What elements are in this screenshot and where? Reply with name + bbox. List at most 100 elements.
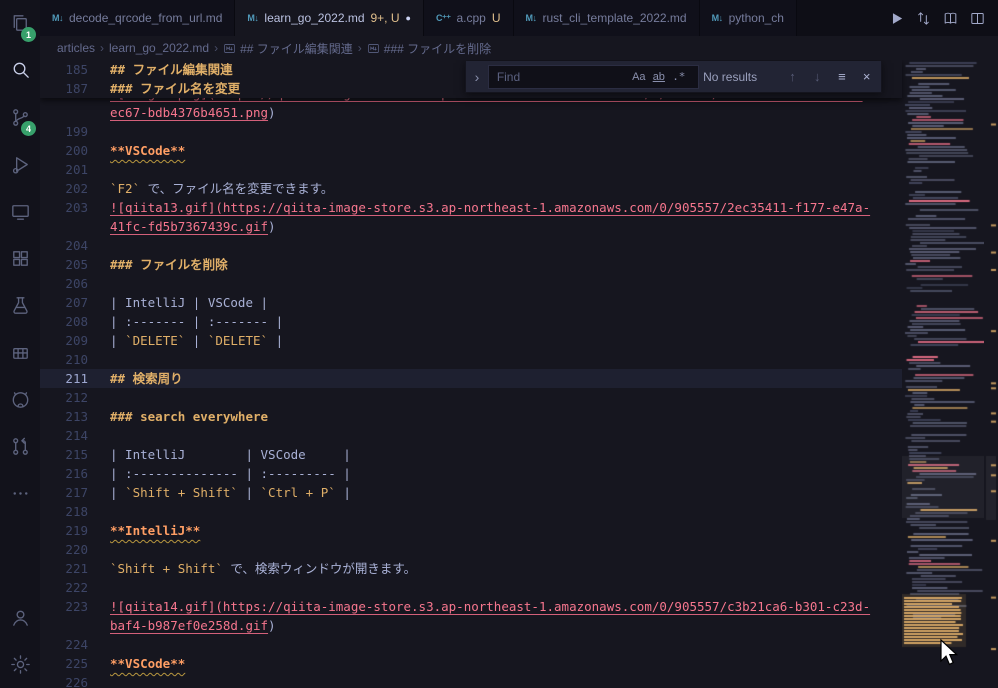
line-content: | IntelliJ | VSCode | [110,295,269,310]
split-editor-button[interactable] [965,6,990,31]
activity-bar-item-github[interactable] [0,376,40,423]
activity-bar-item-explorer[interactable]: 1 [0,0,40,47]
line-content: ![qiita14.gif](https://qiita-image-store… [110,599,871,614]
code-line[interactable]: 208 | :------- | :------- | [40,312,902,331]
line-number: 201 [65,162,88,177]
code-line[interactable]: 225 **VSCode** [40,654,902,673]
code-line[interactable]: 224 [40,635,902,654]
activity-bar: 14 [0,0,40,688]
match-case-button[interactable]: Aa [629,67,649,87]
code-line[interactable]: 200 **VSCode** [40,141,902,160]
code-line[interactable]: 204 [40,236,902,255]
editor[interactable]: ![image9.png](https://qiita-image-store.… [40,60,998,688]
code-line[interactable]: 203 ![qiita13.gif](https://qiita-image-st… [40,198,902,217]
activity-bar-item-more-actions[interactable] [0,470,40,517]
code-line[interactable]: baf4-b987ef0e258d.gif) [40,616,902,635]
code-line[interactable]: 214 [40,426,902,445]
editor-actions [876,0,998,36]
regex-button[interactable]: .* [669,67,689,87]
activity-bar-item-settings[interactable] [0,641,40,688]
code-area: ![image9.png](https://qiita-image-store.… [40,60,902,688]
compare-changes-button[interactable] [911,6,936,31]
line-content: | IntelliJ | VSCode | [110,447,351,462]
next-match-button[interactable]: ↓ [807,66,828,87]
activity-bar-item-remote-explorer[interactable] [0,188,40,235]
line-content: ## ファイル編集関連 [110,62,233,77]
close-find-button[interactable]: × [856,66,877,87]
line-number: 223 [65,599,88,614]
find-in-selection-button[interactable]: ≡ [832,66,853,87]
breadcrumb-item[interactable]: learn_go_2022.md [109,41,209,55]
line-number: 224 [65,637,88,652]
code-line[interactable]: 199 [40,122,902,141]
code-line[interactable]: 205 ### ファイルを削除 [40,255,902,274]
code-line[interactable]: 222 [40,578,902,597]
source-control-badge: 4 [21,121,36,136]
line-content: ### ファイル名を変更 [110,81,241,96]
code-line[interactable]: 219 **IntelliJ** [40,521,902,540]
breadcrumb-label: ## ファイル編集関連 [240,41,353,56]
tab-bar: M↓ decode_qrcode_from_url.md M↓ learn_go_20… [40,0,998,36]
editor-tab[interactable]: M↓ learn_go_2022.md 9+, U ● [235,0,424,36]
breadcrumb-label: ### ファイルを削除 [383,41,492,56]
line-number: 209 [65,333,88,348]
markdown-file-icon: M↓ [711,13,724,23]
editor-tab[interactable]: C⁺⁺ a.cpp U [423,0,514,36]
code-line[interactable]: 41fc-fd5b7367439c.gif) [40,217,902,236]
find-input[interactable] [494,68,629,85]
line-content: **IntelliJ** [110,523,201,538]
code-line[interactable]: 215 | IntelliJ | VSCode | [40,445,902,464]
minimap[interactable] [902,60,984,688]
code-line[interactable]: 212 [40,388,902,407]
code-line[interactable]: 201 [40,160,902,179]
line-number: 216 [65,466,88,481]
code-line[interactable]: 207 | IntelliJ | VSCode | [40,293,902,312]
activity-bar-item-extensions[interactable] [0,235,40,282]
heading-symbol-icon [368,43,379,53]
activity-bar-item-pull-requests[interactable] [0,423,40,470]
code-line[interactable]: 202 `F2` で、ファイル名を変更できます。 [40,179,902,198]
code-line[interactable]: 223 ![qiita14.gif](https://qiita-image-st… [40,597,902,616]
code-line[interactable]: 220 [40,540,902,559]
line-number: 215 [65,447,88,462]
code-line[interactable]: ec67-bdb4376b4651.png) [40,103,902,122]
code-line[interactable]: 206 [40,274,902,293]
whole-word-button[interactable]: ab [649,67,669,87]
activity-bar-item-testing[interactable] [0,282,40,329]
scrollbar[interactable] [984,60,998,688]
tab-label: learn_go_2022.md [264,11,365,25]
breadcrumb-item[interactable]: ## ファイル編集関連 [223,40,353,57]
dirty-indicator-icon[interactable]: ● [406,13,411,23]
run-button[interactable] [884,6,909,31]
editor-tab[interactable]: M↓ rust_cli_template_2022.md [513,0,700,36]
open-preview-button[interactable] [938,6,963,31]
code-line[interactable]: 213 ### search everywhere [40,407,902,426]
activity-bar-item-containers[interactable] [0,329,40,376]
code-line[interactable]: 221 `Shift + Shift` で、検索ウィンドウが開きます。 [40,559,902,578]
line-number: 211 [65,371,88,386]
github-icon [12,392,28,408]
compare-changes-icon [918,11,929,25]
breadcrumb-item[interactable]: ### ファイルを削除 [367,40,491,57]
explorer-badge: 1 [21,27,36,42]
activity-bar-item-search[interactable] [0,47,40,94]
code-line[interactable]: 209 | `DELETE` | `DELETE` | [40,331,902,350]
code-line[interactable]: 218 [40,502,902,521]
previous-match-button[interactable]: ↑ [782,66,803,87]
settings-icon [10,655,30,674]
code-line[interactable]: 210 [40,350,902,369]
code-line[interactable]: 217 | `Shift + Shift` | `Ctrl + P` | [40,483,902,502]
code-line[interactable]: 226 [40,673,902,688]
line-number: 217 [65,485,88,500]
current-code-line[interactable]: 211 ## 検索周り [40,369,902,388]
toggle-replace-chevron-icon[interactable]: › [470,61,484,92]
line-content: | `DELETE` | `DELETE` | [110,333,284,348]
editor-tab[interactable]: M↓ decode_qrcode_from_url.md [40,0,236,36]
breadcrumb-item[interactable]: articles [57,41,95,55]
activity-bar-item-run-debug[interactable] [0,141,40,188]
code-line[interactable]: 216 | :-------------- | :--------- | [40,464,902,483]
activity-bar-item-accounts[interactable] [0,594,40,641]
activity-bar-item-source-control[interactable]: 4 [0,94,40,141]
line-number: 207 [65,295,88,310]
editor-tab[interactable]: M↓ python_ch [699,0,797,36]
